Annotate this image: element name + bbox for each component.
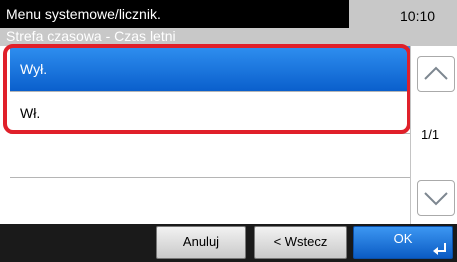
chevron-up-icon [424,66,448,80]
scroll-down-button[interactable] [417,180,455,216]
enter-arrow-icon [433,243,446,255]
option-row-empty[interactable] [10,134,410,178]
ok-button[interactable]: OK [353,226,453,259]
header-bar: Menu systemowe/licznik. Strefa czasowa -… [0,0,457,46]
page-subtitle: Strefa czasowa - Czas letni [6,28,176,44]
back-button[interactable]: < Wstecz [254,226,347,259]
footer-bar: Anuluj < Wstecz OK [0,224,457,262]
chevron-down-icon [424,192,448,206]
option-row-empty[interactable] [10,178,410,224]
option-row-off[interactable]: Wył. [10,46,410,92]
option-list: Wył. Wł. [10,46,410,224]
cancel-button[interactable]: Anuluj [156,226,246,259]
title-bar: Menu systemowe/licznik. [0,0,349,28]
clock: 10:10 [400,8,436,24]
ok-label: OK [393,231,413,246]
page-indicator: 1/1 [421,127,440,142]
page-title: Menu systemowe/licznik. [6,6,161,22]
scroll-up-button[interactable] [417,56,455,92]
scroll-panel: 1/1 [410,46,457,224]
option-label: Wył. [20,61,48,77]
option-label: Wł. [20,105,41,121]
option-row-on[interactable]: Wł. [10,92,410,134]
